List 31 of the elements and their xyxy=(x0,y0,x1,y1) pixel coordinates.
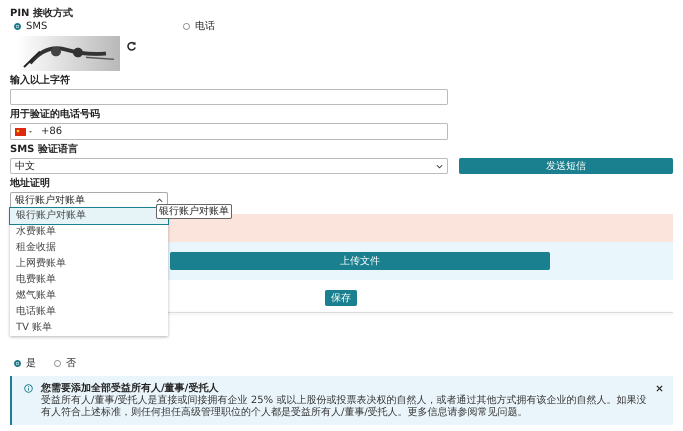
field-label: 地址证明 xyxy=(10,178,51,190)
upload-button[interactable]: 上传文件 xyxy=(170,252,550,270)
info-title: 您需要添加全部受益所有人/董事/受托人 xyxy=(41,382,220,394)
radio-option[interactable]: 是 xyxy=(10,357,36,370)
flag-icon[interactable] xyxy=(15,128,33,136)
tooltip: 银行账户对账单 xyxy=(156,204,232,219)
radio-option[interactable]: SMS xyxy=(10,20,179,33)
field-label: 用于验证的电话号码 xyxy=(10,109,101,121)
field-label: PIN 接收方式 xyxy=(10,8,74,20)
field-label: 输入以上字符 xyxy=(10,75,71,87)
dropdown-option[interactable]: TV 账单 xyxy=(10,320,168,336)
input-field[interactable] xyxy=(10,89,448,105)
phone-field[interactable]: +86 xyxy=(10,123,448,140)
send-sms-button[interactable]: 发送短信 xyxy=(459,158,673,174)
field-label: SMS 验证语言 xyxy=(10,144,79,156)
radio-option[interactable]: 否 xyxy=(50,357,76,370)
refresh-icon[interactable] xyxy=(126,41,137,52)
info-text: 受益所有人/董事/受托人是直接或间接拥有企业 25% 或以上股份或投票表决权的自然人，或者通过其他方式拥有该企业的自然人。如果没有人符合上述标准，则任何担任高级管理职位的个人都是受益所有人/董事/受托人。更多信息请参阅常见问题。 xyxy=(41,395,648,419)
chevron-down-icon xyxy=(436,164,443,168)
dropdown-option[interactable]: 上网费账单 xyxy=(10,256,168,272)
dropdown-option[interactable]: 电话账单 xyxy=(10,304,168,320)
close-icon[interactable] xyxy=(656,385,663,392)
dropdown-option[interactable]: 租金收据 xyxy=(10,240,168,256)
chevron-up-icon xyxy=(156,198,163,202)
language-select[interactable]: 中文 xyxy=(10,158,448,174)
radio-option[interactable]: 电话 xyxy=(179,20,215,33)
save-button[interactable]: 保存 xyxy=(325,290,357,306)
dropdown-option[interactable]: 电费账单 xyxy=(10,272,168,288)
info-icon xyxy=(24,384,33,393)
dropdown-option[interactable]: 水费账单 xyxy=(10,224,168,240)
dropdown-option[interactable]: 燃气账单 xyxy=(10,288,168,304)
